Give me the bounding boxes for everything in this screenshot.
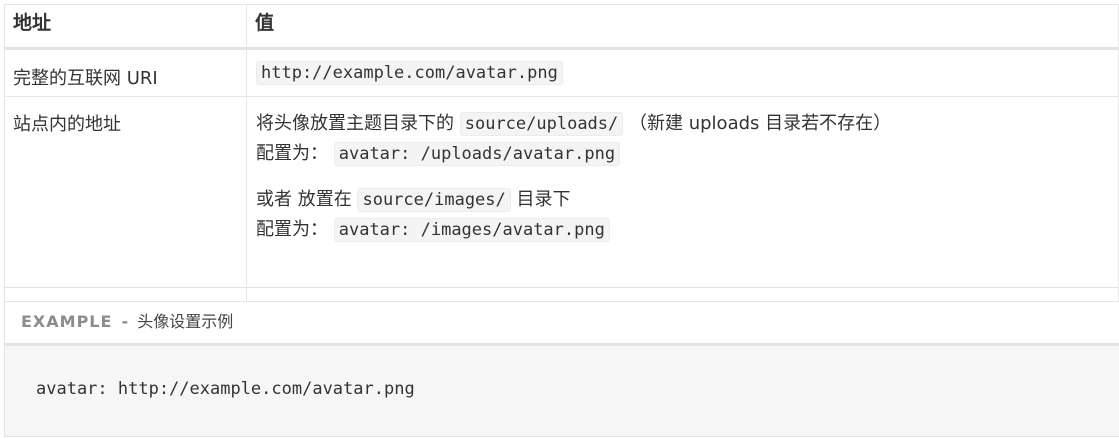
- example-header: EXAMPLE - 头像设置示例: [5, 288, 1119, 346]
- example-separator: -: [121, 312, 129, 331]
- header-address: 地址: [4, 4, 247, 50]
- example-code-block: avatar: http://example.com/avatar.png: [5, 346, 1119, 436]
- config-label: 配置为：: [256, 219, 328, 240]
- table-cell-label: 完整的互联网 URI: [4, 48, 247, 97]
- images-suffix-text: 目录下: [516, 189, 571, 210]
- config-label: 配置为：: [256, 143, 328, 164]
- inline-code-images-config: avatar: /images/avatar.png: [333, 218, 610, 242]
- table-row: 站点内的地址 将头像放置主题目录下的 source/uploads/ （新建 u…: [4, 96, 1119, 302]
- inline-code-full-uri: http://example.com/avatar.png: [256, 61, 563, 85]
- table-cell-value: http://example.com/avatar.png: [246, 48, 1119, 97]
- table-cell-value: 将头像放置主题目录下的 source/uploads/ （新建 uploads …: [246, 96, 1119, 302]
- inline-code-uploads-dir: source/uploads/: [459, 112, 624, 136]
- inline-code-uploads-config: avatar: /uploads/avatar.png: [333, 142, 621, 166]
- site-path-description: 将头像放置主题目录下的 source/uploads/ （新建 uploads …: [247, 97, 1118, 245]
- table-row: 完整的互联网 URI http://example.com/avatar.png: [4, 48, 1119, 97]
- header-value: 值: [246, 4, 1119, 50]
- example-title: 头像设置示例: [137, 312, 234, 331]
- images-paragraph: 或者 放置在 source/images/ 目录下 配置为： avatar: /…: [256, 185, 1118, 245]
- example-block: EXAMPLE - 头像设置示例 avatar: http://example.…: [4, 287, 1119, 437]
- uploads-prefix-text: 将头像放置主题目录下的: [256, 113, 454, 134]
- table-cell-label: 站点内的地址: [4, 96, 247, 302]
- row-label-site-path: 站点内的地址: [13, 114, 121, 135]
- table-header-row: 地址 值: [4, 4, 1119, 50]
- inline-code-images-dir: source/images/: [357, 188, 511, 212]
- images-prefix-text: 或者 放置在: [256, 189, 352, 210]
- avatar-address-table: 地址 值 完整的互联网 URI http://example.com/avata…: [4, 4, 1119, 302]
- row-label-full-uri: 完整的互联网 URI: [13, 68, 158, 89]
- uploads-paragraph: 将头像放置主题目录下的 source/uploads/ （新建 uploads …: [256, 109, 1118, 169]
- example-tag: EXAMPLE: [21, 312, 113, 331]
- uploads-suffix-text: （新建 uploads 目录若不存在）: [629, 113, 892, 134]
